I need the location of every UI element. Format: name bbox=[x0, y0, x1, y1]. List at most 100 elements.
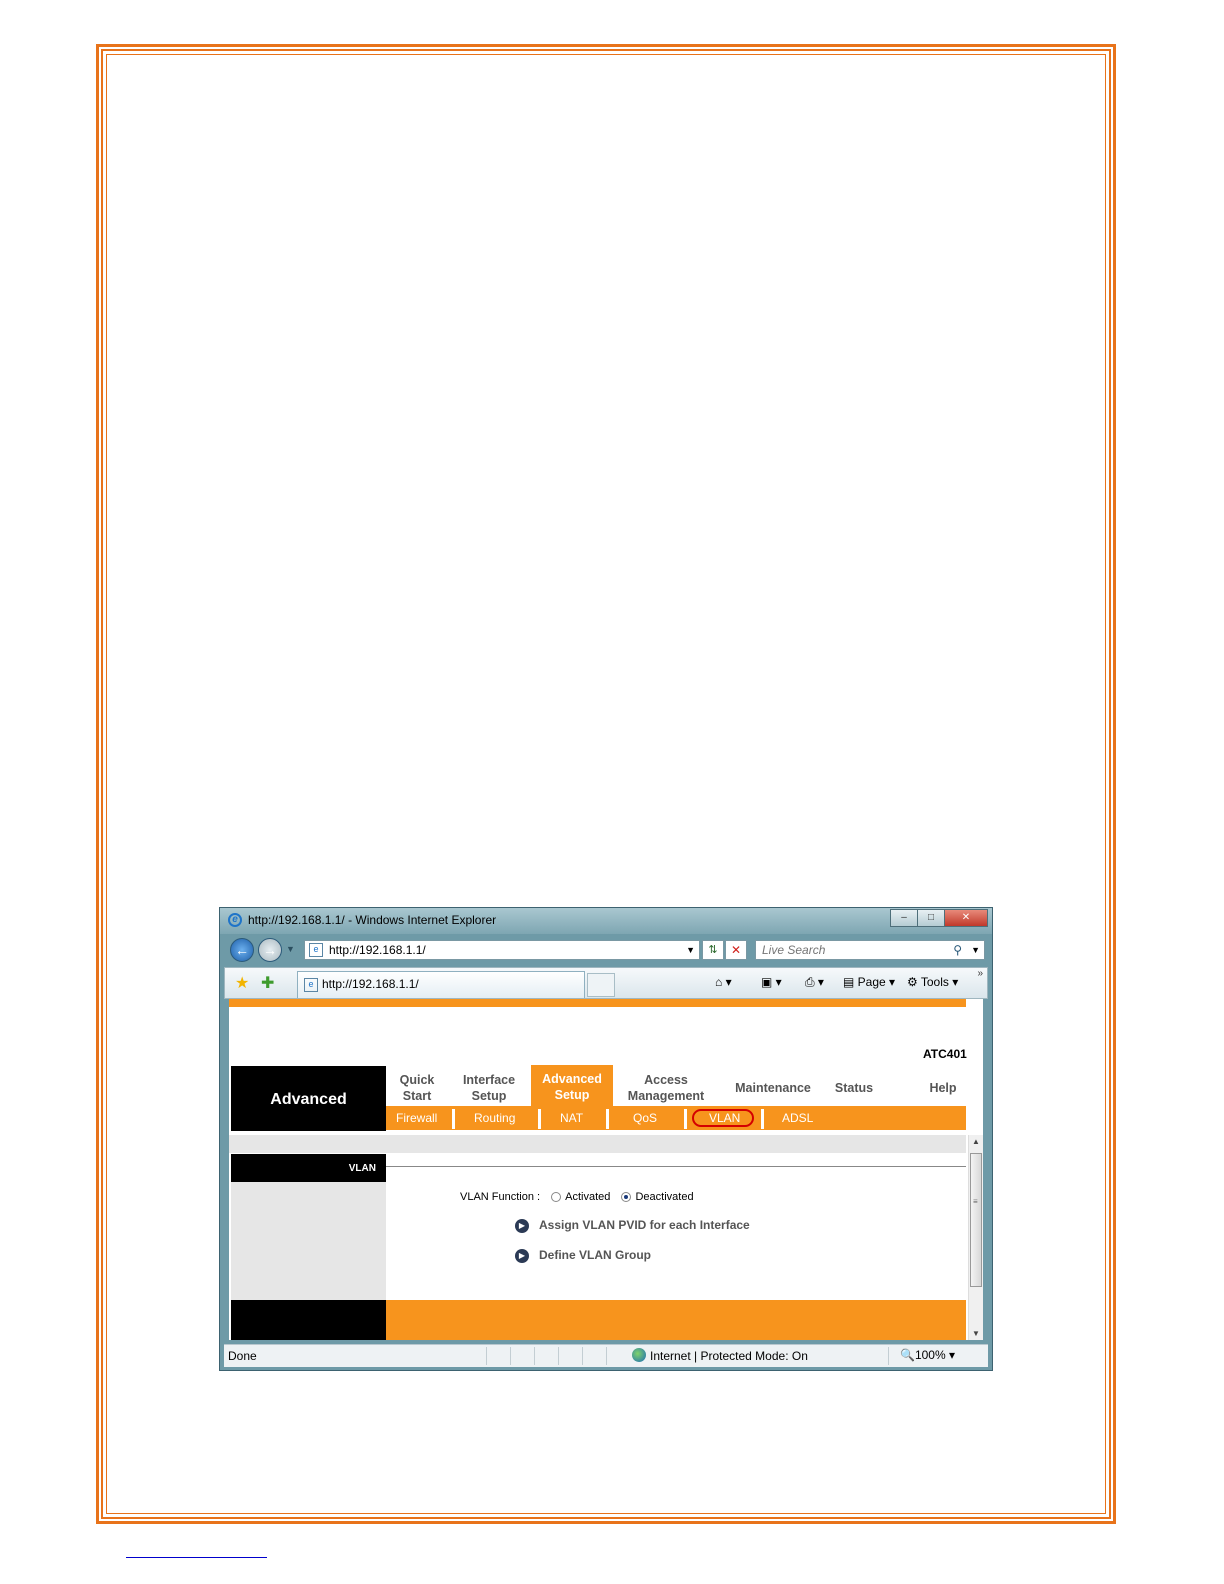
link-assign-vlan-pvid[interactable]: ▶ Assign VLAN PVID for each Interface bbox=[515, 1218, 750, 1233]
status-divider bbox=[510, 1347, 511, 1365]
menu-access-management[interactable]: Access Management bbox=[617, 1072, 715, 1104]
scroll-down-icon[interactable]: ▼ bbox=[972, 1329, 980, 1338]
submenu-bar: Firewall Routing NAT QoS VLAN ADSL bbox=[386, 1106, 966, 1130]
forward-icon[interactable]: → bbox=[258, 938, 282, 962]
search-input[interactable] bbox=[760, 942, 944, 958]
address-url[interactable]: http://192.168.1.1/ bbox=[329, 943, 426, 957]
favorites-star-icon[interactable]: ★ bbox=[235, 973, 249, 993]
menu-status[interactable]: Status bbox=[829, 1080, 879, 1096]
page-icon: e bbox=[309, 943, 323, 957]
status-divider bbox=[534, 1347, 535, 1365]
scroll-grip-icon: ≡ bbox=[973, 1197, 978, 1206]
left-panel bbox=[231, 1182, 386, 1300]
zoom-value[interactable]: 100% bbox=[915, 1348, 946, 1362]
history-dropdown-icon[interactable]: ▼ bbox=[286, 944, 295, 954]
status-divider bbox=[582, 1347, 583, 1365]
status-text: Done bbox=[228, 1349, 257, 1363]
radio-deactivated[interactable] bbox=[621, 1192, 632, 1203]
content-top-band bbox=[229, 1135, 966, 1153]
refresh-icon[interactable]: ⇅ bbox=[702, 940, 724, 960]
menu-access-management-line1[interactable]: Access bbox=[617, 1072, 715, 1088]
feeds-icon[interactable]: ▣ ▾ bbox=[761, 975, 782, 989]
browser-window: e http://192.168.1.1/ - Windows Internet… bbox=[219, 907, 993, 1371]
radio-activated-label[interactable]: Activated bbox=[565, 1191, 610, 1203]
submenu-nat[interactable]: NAT bbox=[560, 1111, 583, 1125]
page-label-box: VLAN bbox=[231, 1154, 386, 1182]
submenu-separator bbox=[538, 1109, 541, 1129]
submenu-separator bbox=[452, 1109, 455, 1129]
tab-page-icon: e bbox=[304, 978, 318, 992]
model-name: ATC401 bbox=[923, 1047, 967, 1061]
menu-advanced-setup-line2[interactable]: Setup bbox=[531, 1087, 613, 1103]
radio-deactivated-label[interactable]: Deactivated bbox=[635, 1191, 693, 1203]
page-label: VLAN bbox=[348, 1163, 376, 1174]
link-define-vlan-group-text[interactable]: Define VLAN Group bbox=[539, 1248, 651, 1262]
submenu-routing[interactable]: Routing bbox=[474, 1111, 515, 1125]
submenu-firewall[interactable]: Firewall bbox=[396, 1111, 437, 1125]
submenu-qos[interactable]: QoS bbox=[633, 1111, 657, 1125]
tab-title: http://192.168.1.1/ bbox=[322, 977, 419, 991]
new-tab-button[interactable] bbox=[587, 973, 615, 997]
vertical-scrollbar[interactable]: ▲ ≡ ▼ bbox=[968, 1135, 983, 1340]
minimize-icon[interactable]: – bbox=[890, 909, 918, 927]
chevron-more-icon[interactable]: » bbox=[977, 968, 983, 979]
tools-menu[interactable]: ⚙ Tools ▾ bbox=[907, 975, 958, 989]
footer-bar bbox=[386, 1300, 966, 1340]
divider bbox=[386, 1166, 966, 1167]
tab-current[interactable]: e http://192.168.1.1/ bbox=[297, 971, 585, 998]
link-assign-vlan-pvid-text[interactable]: Assign VLAN PVID for each Interface bbox=[539, 1218, 750, 1232]
tools-menu-label[interactable]: Tools bbox=[921, 975, 949, 989]
page-content: ATC401 Advanced Quick Start Interface Se… bbox=[229, 999, 983, 1340]
menu-help[interactable]: Help bbox=[923, 1080, 963, 1096]
print-icon[interactable]: ⎙ ▾ bbox=[805, 975, 824, 990]
status-divider bbox=[606, 1347, 607, 1365]
search-box[interactable]: ⚲ ▼ bbox=[755, 940, 985, 960]
security-zone[interactable]: Internet | Protected Mode: On bbox=[650, 1349, 808, 1363]
scroll-thumb[interactable] bbox=[970, 1153, 982, 1287]
close-icon[interactable]: ✕ bbox=[944, 909, 988, 927]
radio-activated[interactable] bbox=[551, 1192, 562, 1203]
arrow-circle-icon: ▶ bbox=[515, 1218, 529, 1233]
add-favorites-icon[interactable]: ✚ bbox=[261, 973, 274, 993]
window-controls: – □ ✕ bbox=[890, 909, 988, 927]
menu-interface-setup[interactable]: Interface Setup bbox=[453, 1072, 525, 1104]
menu-interface-setup-line2[interactable]: Setup bbox=[453, 1088, 525, 1104]
top-accent-bar bbox=[229, 999, 966, 1007]
section-title: Advanced bbox=[270, 1091, 347, 1108]
search-dropdown-icon[interactable]: ▼ bbox=[971, 941, 980, 959]
ie-logo-icon: e bbox=[228, 913, 242, 927]
status-divider bbox=[558, 1347, 559, 1365]
window-title: http://192.168.1.1/ - Windows Internet E… bbox=[248, 913, 497, 927]
menu-advanced-setup-line1[interactable]: Advanced bbox=[531, 1065, 613, 1087]
status-bar: Done Internet | Protected Mode: On 🔍100%… bbox=[224, 1344, 988, 1367]
page-menu-label[interactable]: Page bbox=[858, 975, 886, 989]
address-dropdown-icon[interactable]: ▼ bbox=[686, 941, 695, 959]
footer-rule bbox=[126, 1557, 267, 1558]
submenu-separator bbox=[606, 1109, 609, 1129]
status-divider bbox=[486, 1347, 487, 1365]
globe-icon bbox=[632, 1348, 646, 1362]
link-define-vlan-group[interactable]: ▶ Define VLAN Group bbox=[515, 1248, 651, 1263]
search-icon[interactable]: ⚲ bbox=[953, 941, 962, 959]
menu-maintenance[interactable]: Maintenance bbox=[729, 1080, 817, 1096]
status-divider bbox=[888, 1347, 889, 1365]
vlan-highlight-circle bbox=[692, 1109, 754, 1127]
address-bar[interactable]: e http://192.168.1.1/ ▼ bbox=[304, 940, 700, 960]
menu-access-management-line2[interactable]: Management bbox=[617, 1088, 715, 1104]
footer-left bbox=[231, 1300, 386, 1340]
zoom-level[interactable]: 🔍100% ▾ bbox=[900, 1348, 955, 1362]
scroll-up-icon[interactable]: ▲ bbox=[972, 1137, 980, 1146]
vlan-function-label: VLAN Function : bbox=[460, 1191, 541, 1203]
home-icon[interactable]: ⌂ ▾ bbox=[715, 975, 732, 989]
back-icon[interactable]: ← bbox=[230, 938, 254, 962]
submenu-separator bbox=[761, 1109, 764, 1129]
menu-advanced-setup[interactable]: Advanced Setup bbox=[531, 1065, 613, 1107]
stop-icon[interactable]: ✕ bbox=[725, 940, 747, 960]
menu-quick-start-line2[interactable]: Start bbox=[389, 1088, 445, 1104]
menu-quick-start[interactable]: Quick Start bbox=[389, 1072, 445, 1104]
maximize-icon[interactable]: □ bbox=[917, 909, 945, 927]
menu-quick-start-line1[interactable]: Quick bbox=[389, 1072, 445, 1088]
menu-interface-setup-line1[interactable]: Interface bbox=[453, 1072, 525, 1088]
submenu-adsl[interactable]: ADSL bbox=[782, 1111, 813, 1125]
page-menu[interactable]: ▤ Page ▾ bbox=[843, 975, 895, 989]
